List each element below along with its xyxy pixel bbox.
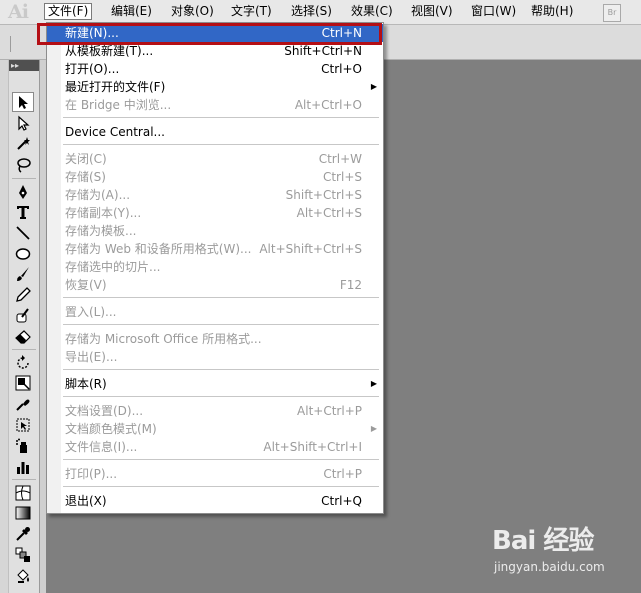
menu-effect[interactable]: 效果(C) [348, 3, 396, 20]
menu-item-save-selected-slices[interactable]: 存储选中的切片... [47, 258, 383, 276]
menu-separator [63, 369, 379, 370]
tools-panel-header[interactable]: ▸▸ [9, 60, 39, 71]
menu-item-revert[interactable]: 恢复(V) F12 [47, 276, 383, 294]
file-menu-dropdown: 新建(N)... Ctrl+N 从模板新建(T)... Shift+Ctrl+N… [46, 22, 384, 514]
tools-panel: ▸▸ [8, 60, 40, 593]
blend-tool-icon[interactable] [12, 545, 34, 565]
menu-item-device-central[interactable]: Device Central... [47, 123, 383, 141]
pencil-tool-icon[interactable] [12, 285, 34, 305]
menu-item-new-from-template[interactable]: 从模板新建(T)... Shift+Ctrl+N [47, 42, 383, 60]
tools-panel-edge [39, 60, 46, 593]
mesh-tool-icon[interactable] [12, 483, 34, 503]
menu-item-save[interactable]: 存储(S) Ctrl+S [47, 168, 383, 186]
menu-item-export[interactable]: 导出(E)... [47, 348, 383, 366]
menu-item-print[interactable]: 打印(P)... Ctrl+P [47, 465, 383, 483]
lasso-tool-icon[interactable] [12, 155, 34, 175]
menu-file[interactable]: 文件(F) [44, 3, 93, 20]
column-graph-tool-icon[interactable] [12, 457, 34, 477]
menu-help[interactable]: 帮助(H) [528, 3, 576, 20]
bridge-button[interactable]: Br [603, 4, 621, 22]
pen-tool-icon[interactable] [12, 182, 34, 202]
menu-separator [63, 117, 379, 118]
paintbrush-tool-icon[interactable] [12, 264, 34, 284]
eraser-tool-icon[interactable] [12, 327, 34, 347]
left-dock-strip [0, 60, 8, 593]
menu-view[interactable]: 视图(V) [408, 3, 456, 20]
type-tool-icon[interactable] [12, 202, 34, 222]
selection-tool-icon[interactable] [12, 92, 34, 112]
baidu-jingyan-watermark: Bai 经验 jingyan.baidu.com [492, 520, 640, 590]
menu-item-new[interactable]: 新建(N)... Ctrl+N [47, 24, 383, 42]
line-tool-icon[interactable] [12, 223, 34, 243]
menu-object[interactable]: 对象(O) [168, 3, 217, 20]
watermark-url: jingyan.baidu.com [494, 560, 605, 574]
app-logo: Ai [8, 1, 29, 23]
menu-item-browse-in-bridge[interactable]: 在 Bridge 中浏览... Alt+Ctrl+O [47, 96, 383, 114]
menu-separator [63, 459, 379, 460]
menu-separator [63, 396, 379, 397]
menu-item-save-as-template[interactable]: 存储为模板... [47, 222, 383, 240]
menu-item-save-as[interactable]: 存储为(A)... Shift+Ctrl+S [47, 186, 383, 204]
menu-item-scripts[interactable]: 脚本(R) ▶ [47, 375, 383, 393]
menu-item-close[interactable]: 关闭(C) Ctrl+W [47, 150, 383, 168]
watermark-logo: Bai 经验 [492, 526, 594, 556]
direct-selection-tool-icon[interactable] [12, 113, 34, 133]
menu-item-file-info[interactable]: 文件信息(I)... Alt+Shift+Ctrl+I [47, 438, 383, 456]
rotate-tool-icon[interactable] [12, 353, 34, 373]
warp-tool-icon[interactable] [12, 394, 34, 414]
menu-edit[interactable]: 编辑(E) [108, 3, 155, 20]
symbol-sprayer-tool-icon[interactable] [12, 436, 34, 456]
tools-divider [12, 349, 36, 350]
submenu-arrow-icon: ▶ [370, 82, 377, 91]
menu-item-save-for-office[interactable]: 存储为 Microsoft Office 所用格式... [47, 330, 383, 348]
gradient-tool-icon[interactable] [12, 503, 34, 523]
menu-item-exit[interactable]: 退出(X) Ctrl+Q [47, 492, 383, 510]
menu-separator [63, 324, 379, 325]
menu-item-save-a-copy[interactable]: 存储副本(Y)... Alt+Ctrl+S [47, 204, 383, 222]
tools-divider [12, 178, 36, 179]
menu-item-document-color-mode[interactable]: 文档颜色模式(M) ▶ [47, 420, 383, 438]
menu-separator [63, 486, 379, 487]
tools-divider [12, 479, 36, 480]
blob-brush-tool-icon[interactable] [12, 306, 34, 326]
menu-item-place[interactable]: 置入(L)... [47, 303, 383, 321]
submenu-arrow-icon: ▶ [370, 379, 377, 388]
menu-window[interactable]: 窗口(W) [468, 3, 519, 20]
control-bar-grip[interactable] [10, 36, 11, 52]
free-transform-tool-icon[interactable] [12, 415, 34, 435]
menu-item-open-recent[interactable]: 最近打开的文件(F) ▶ [47, 78, 383, 96]
menu-type[interactable]: 文字(T) [228, 3, 275, 20]
eyedropper-tool-icon[interactable] [12, 524, 34, 544]
menu-item-document-setup[interactable]: 文档设置(D)... Alt+Ctrl+P [47, 402, 383, 420]
magic-wand-tool-icon[interactable] [12, 134, 34, 154]
submenu-arrow-icon: ▶ [370, 424, 377, 433]
menu-item-open[interactable]: 打开(O)... Ctrl+O [47, 60, 383, 78]
scale-tool-icon[interactable] [12, 373, 34, 393]
live-paint-bucket-tool-icon[interactable] [12, 566, 34, 586]
menu-item-save-for-web[interactable]: 存储为 Web 和设备所用格式(W)... Alt+Shift+Ctrl+S [47, 240, 383, 258]
menu-select[interactable]: 选择(S) [288, 3, 335, 20]
ellipse-tool-icon[interactable] [12, 244, 34, 264]
menu-separator [63, 297, 379, 298]
menu-separator [63, 144, 379, 145]
